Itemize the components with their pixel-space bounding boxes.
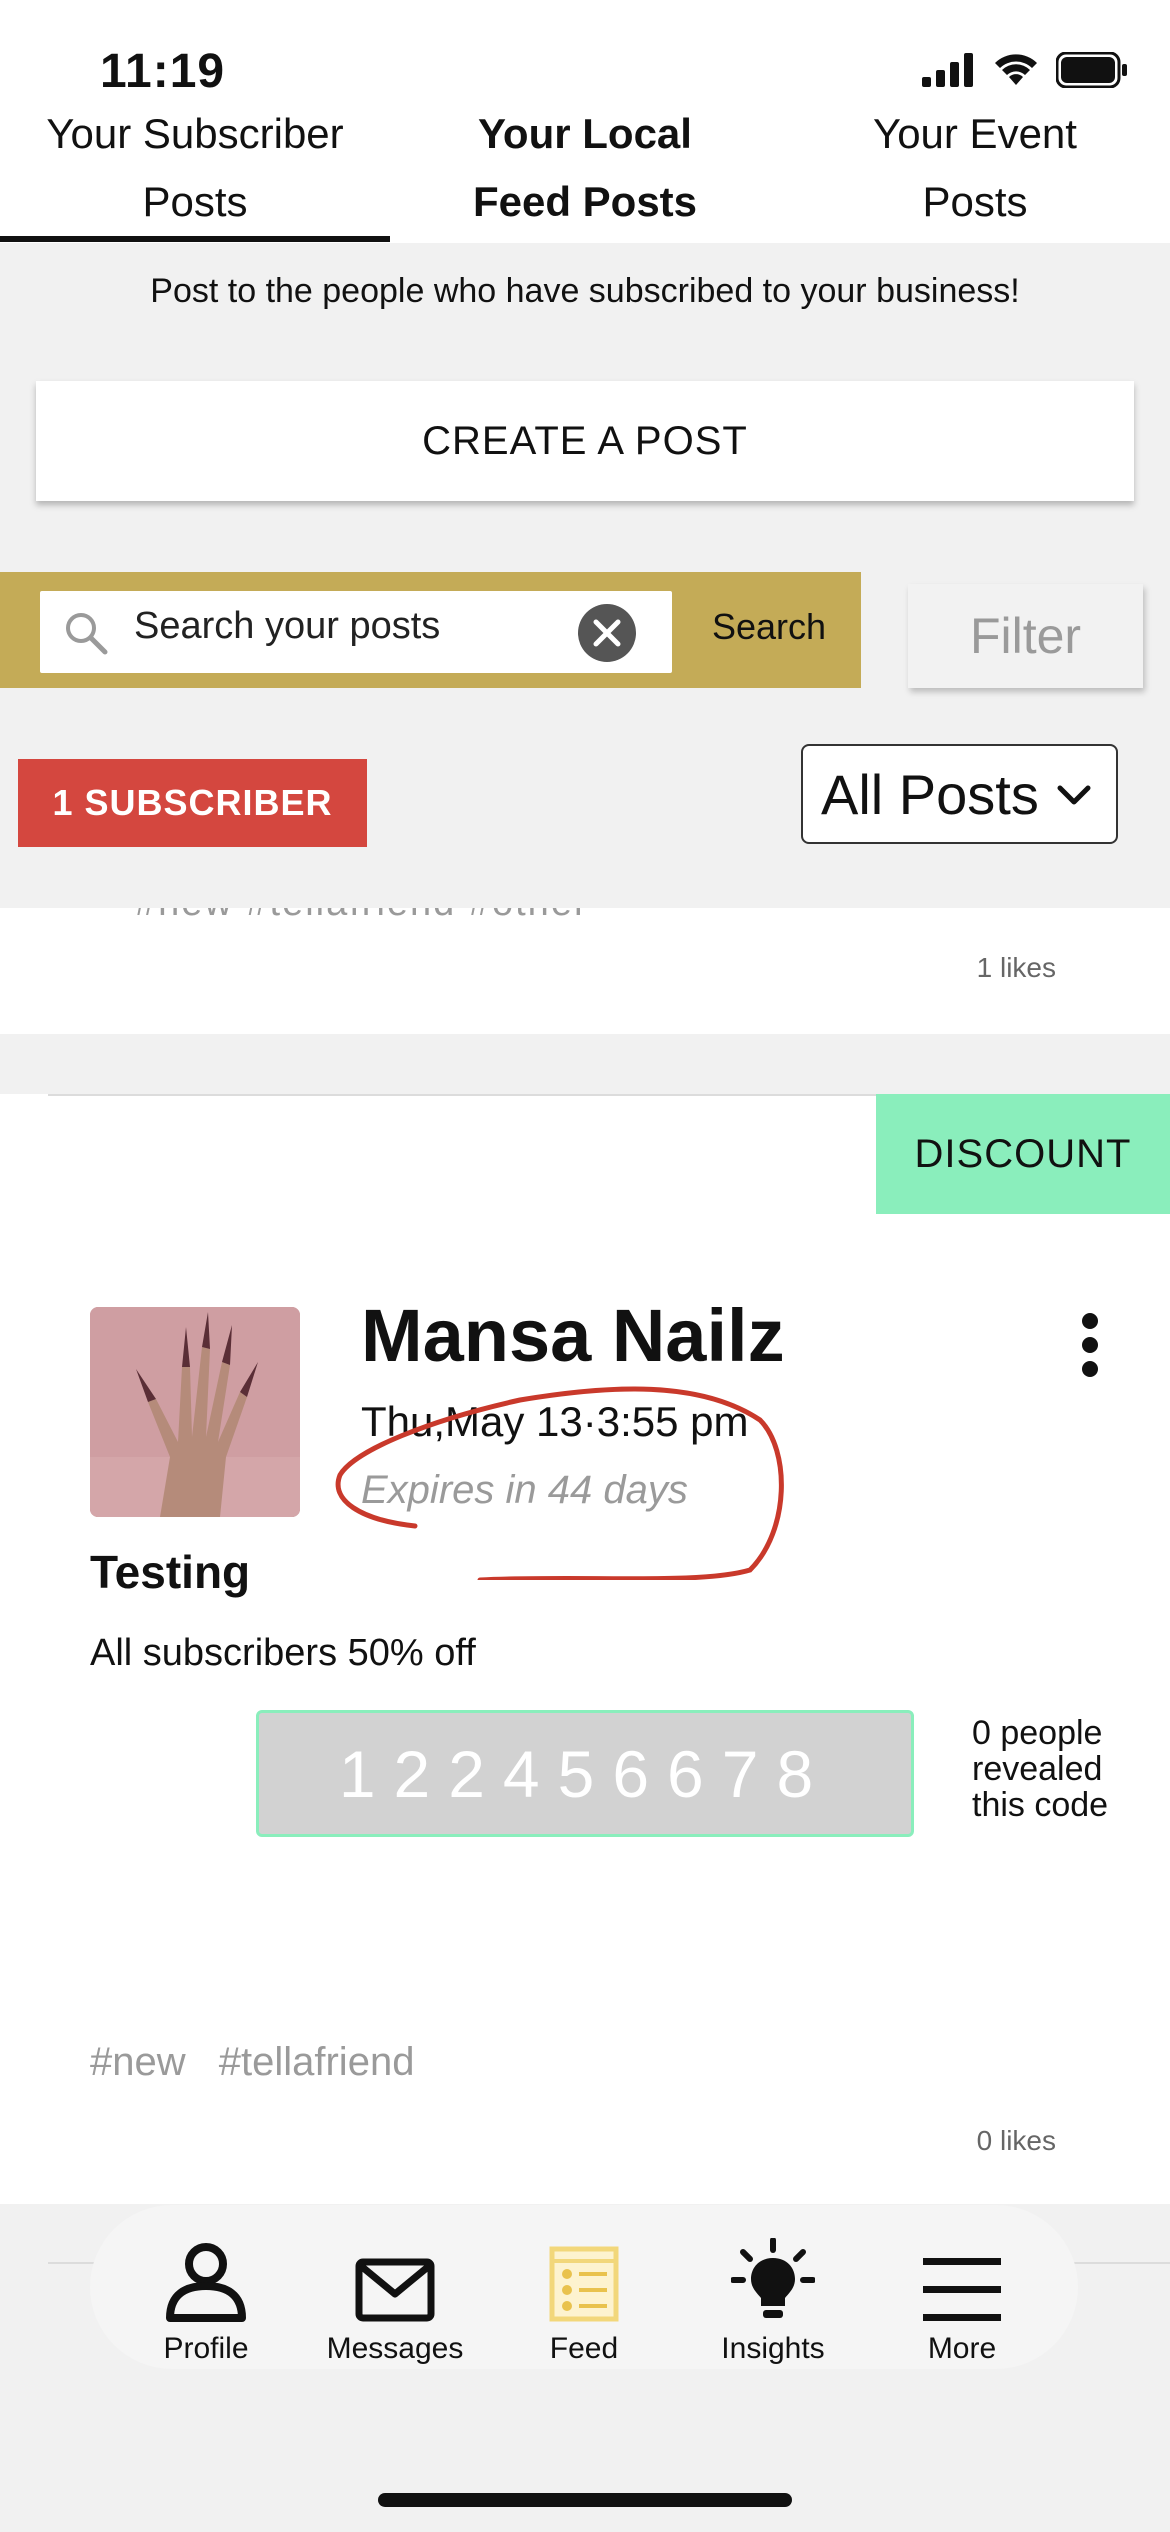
tab-label-line1: Your Local	[478, 110, 692, 157]
likes-count: 0 likes	[976, 2125, 1056, 2156]
more-options-icon[interactable]	[1075, 1312, 1105, 1378]
feed-icon	[549, 2246, 619, 2322]
post-tags: #new #tellafriend	[90, 2040, 436, 2085]
nav-label: Insights	[721, 2332, 825, 2365]
home-indicator[interactable]	[378, 2493, 792, 2507]
signal-icon	[922, 53, 973, 87]
hand-image	[90, 1307, 300, 1517]
clear-search-icon[interactable]	[577, 603, 637, 663]
search-icon	[66, 613, 108, 655]
nav-label: More	[927, 2332, 997, 2365]
tab-subscriber-posts[interactable]: Your Subscriber Posts	[0, 100, 390, 240]
search-button[interactable]: Search	[712, 606, 826, 648]
nav-feed[interactable]: Feed	[494, 2238, 674, 2366]
filter-button[interactable]: Filter	[908, 584, 1143, 688]
tab-label-line2: Posts	[142, 178, 248, 225]
subscriber-count-badge: 1 SUBSCRIBER	[18, 759, 367, 847]
wifi-icon	[995, 54, 1037, 85]
discount-badge: DISCOUNT	[876, 1094, 1170, 1214]
battery-icon	[1056, 52, 1127, 88]
lightbulb-icon	[731, 2238, 815, 2318]
posts-filter-value: All Posts	[821, 762, 1039, 826]
active-tab-indicator	[0, 236, 390, 242]
tab-local-feed-posts[interactable]: Your Local Feed Posts	[390, 100, 780, 240]
tag-link[interactable]: #tellafriend	[219, 2040, 415, 2084]
tab-label-line1: Your Event	[873, 110, 1077, 157]
nav-label: Profile	[163, 2332, 249, 2365]
menu-icon	[923, 2258, 1001, 2321]
hand-drawn-circle-annotation	[335, 1386, 784, 1580]
status-time: 11:19	[100, 45, 226, 98]
post-title: Testing	[90, 1546, 251, 1598]
tab-label-line2: Posts	[922, 178, 1028, 225]
search-placeholder: Search your posts	[134, 605, 441, 647]
nav-messages[interactable]: Messages	[305, 2238, 485, 2366]
business-name[interactable]: Mansa Nailz	[361, 1293, 785, 1378]
create-post-button[interactable]: CREATE A POST	[36, 381, 1134, 501]
likes-count: 1 likes	[976, 952, 1056, 983]
revealed-count: 0 people revealed this code	[972, 1714, 1109, 1824]
tag-link[interactable]: #new	[90, 2040, 186, 2084]
nav-insights[interactable]: Insights	[683, 2238, 863, 2366]
posts-filter-select[interactable]: All Posts	[801, 744, 1118, 844]
nav-more[interactable]: More	[872, 2238, 1052, 2366]
post-body: All subscribers 50% off	[90, 1632, 476, 1674]
tab-event-posts[interactable]: Your Event Posts	[780, 100, 1170, 240]
business-avatar	[90, 1307, 300, 1517]
discount-code[interactable]: 122456678	[256, 1710, 914, 1837]
tab-label-line2: Feed Posts	[472, 178, 698, 225]
post-tags: #new #tellafriend #other	[135, 908, 589, 925]
search-input[interactable]: Search your posts	[40, 591, 672, 673]
tab-label-line1: Your Subscriber	[46, 110, 344, 157]
info-text: Post to the people who have subscribed t…	[150, 272, 1020, 310]
nav-label: Feed	[549, 2332, 619, 2365]
status-icons	[922, 52, 1128, 88]
chevron-down-icon	[1057, 785, 1091, 805]
nav-profile[interactable]: Profile	[116, 2238, 296, 2366]
envelope-icon	[355, 2258, 435, 2322]
post-card: #new #tellafriend #other 1 likes	[0, 908, 1170, 1034]
person-icon	[166, 2243, 246, 2322]
nav-label: Messages	[326, 2332, 464, 2365]
